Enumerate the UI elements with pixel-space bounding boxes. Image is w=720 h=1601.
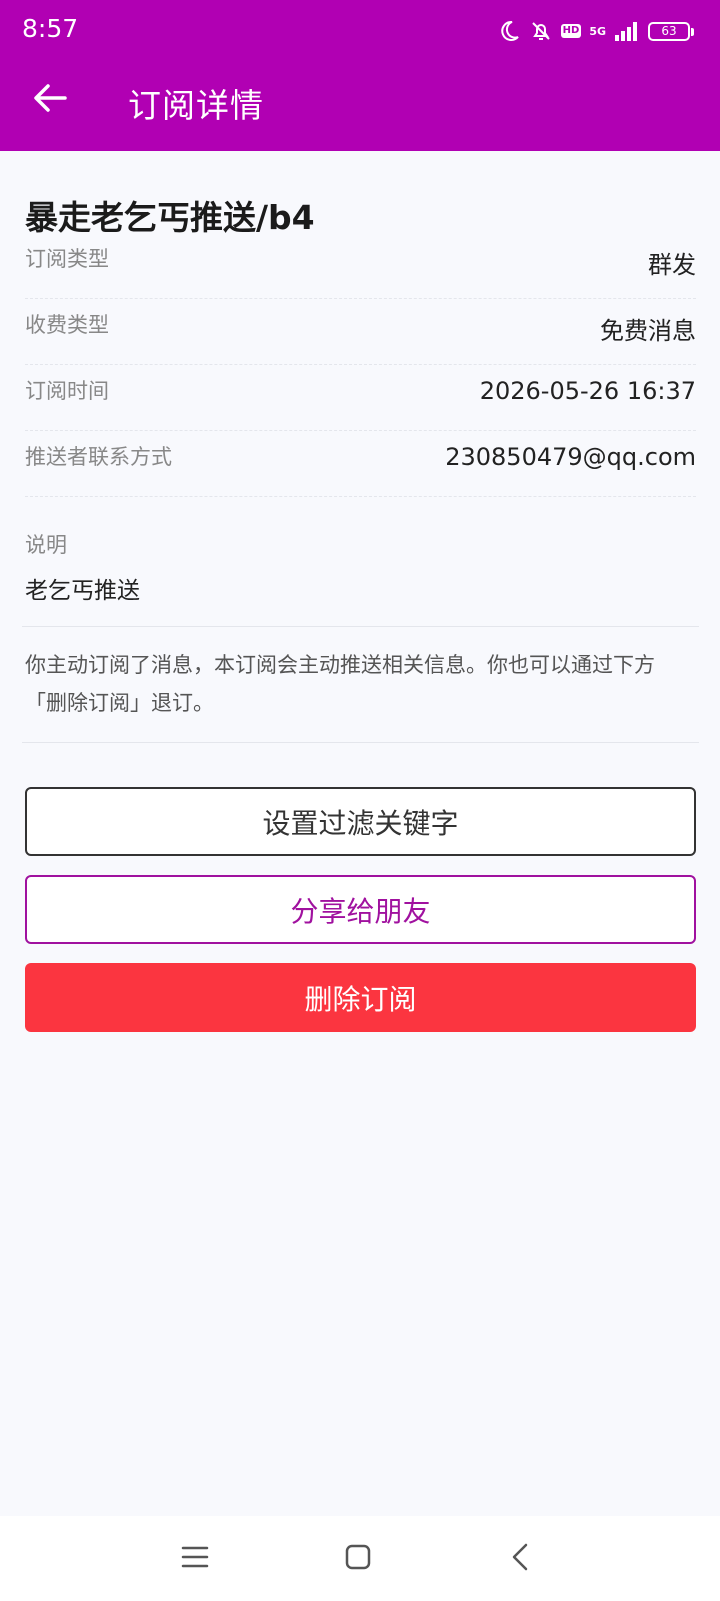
menu-icon xyxy=(181,1545,209,1573)
subscription-name: 暴走老乞丐推送/b4 xyxy=(25,198,315,237)
nav-home-button[interactable] xyxy=(333,1534,383,1584)
moon-icon xyxy=(497,19,521,43)
set-filter-keywords-button[interactable]: 设置过滤关键字 xyxy=(25,787,696,856)
network-label: 5G xyxy=(589,24,606,38)
info-row-time: 订阅时间 2026-05-26 16:37 xyxy=(25,365,696,431)
divider xyxy=(22,626,699,627)
home-square-icon xyxy=(344,1543,372,1575)
info-value: 免费消息 xyxy=(600,317,696,345)
delete-subscription-button[interactable]: 删除订阅 xyxy=(25,963,696,1032)
page-title: 订阅详情 xyxy=(128,86,264,125)
back-chevron-icon xyxy=(510,1542,530,1576)
divider xyxy=(22,742,699,743)
info-label: 推送者联系方式 xyxy=(25,445,172,469)
hd-icon: HD xyxy=(560,24,582,38)
info-row-fee: 收费类型 免费消息 xyxy=(25,299,696,365)
back-button[interactable] xyxy=(28,78,72,122)
status-icons: HD 5G 63 xyxy=(497,16,694,46)
info-value: 2026-05-26 16:37 xyxy=(479,377,696,405)
signal-icon xyxy=(614,21,640,41)
battery-icon: 63 xyxy=(648,21,694,41)
info-value: 230850479@qq.com xyxy=(445,443,696,471)
info-label: 订阅时间 xyxy=(25,379,109,403)
nav-back-button[interactable] xyxy=(495,1534,545,1584)
nav-menu-button[interactable] xyxy=(170,1534,220,1584)
description-value: 老乞丐推送 xyxy=(25,578,140,604)
system-nav-bar xyxy=(0,1516,720,1601)
share-to-friend-button[interactable]: 分享给朋友 xyxy=(25,875,696,944)
unsubscribe-notice: 你主动订阅了消息，本订阅会主动推送相关信息。你也可以通过下方「删除订阅」退订。 xyxy=(25,653,655,715)
info-value: 群发 xyxy=(648,251,696,279)
bell-off-icon xyxy=(529,19,553,43)
description-label: 说明 xyxy=(25,533,67,557)
arrow-left-icon xyxy=(33,83,67,117)
info-label: 订阅类型 xyxy=(25,247,109,271)
info-row-type: 订阅类型 群发 xyxy=(25,233,696,299)
status-time: 8:57 xyxy=(22,14,79,43)
app-header: 8:57 HD 5G 63 订阅详情 xyxy=(0,0,720,151)
info-row-contact: 推送者联系方式 230850479@qq.com xyxy=(25,431,696,497)
info-label: 收费类型 xyxy=(25,313,109,337)
